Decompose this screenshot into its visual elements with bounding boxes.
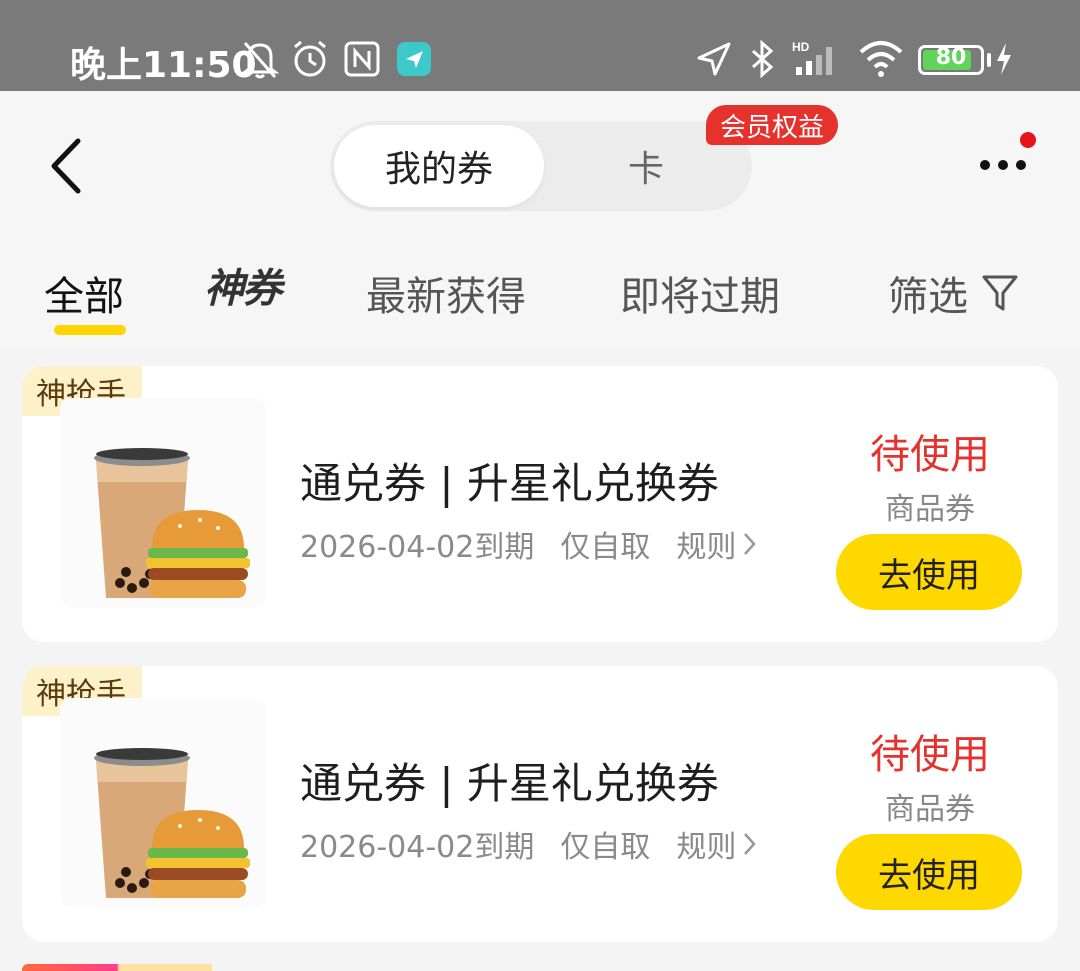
back-button[interactable] [38, 131, 98, 201]
tab-expiring[interactable]: 即将过期 [620, 265, 780, 321]
more-button[interactable] [975, 141, 1035, 191]
filter-tabs: 全部 神券 最新获得 即将过期 筛选 [0, 241, 1080, 349]
coupon-image [60, 398, 266, 608]
funnel-icon [982, 275, 1018, 311]
svg-text:HD: HD [792, 40, 810, 54]
battery-level: 80 [935, 45, 967, 70]
coupon-type: 商品券 [885, 492, 975, 527]
tab-shen-coupons[interactable]: 神券 [204, 257, 282, 313]
coupon-rules-link[interactable]: 规则 [676, 822, 736, 866]
coupon-card[interactable]: 神抢手 通兑券 | 升星礼兑换券 2026-04-02到期 仅自取 规则 待使用… [22, 366, 1058, 642]
tab-my-coupons[interactable]: 我的券 [334, 125, 544, 207]
next-card-peek [22, 964, 212, 971]
tab-all[interactable]: 全部 [44, 265, 124, 321]
bluetooth-icon [744, 38, 780, 80]
notification-dot [1020, 132, 1036, 148]
coupon-meta: 2026-04-02到期 仅自取 规则 [300, 822, 758, 866]
location-icon [694, 38, 734, 80]
coupon-expiry: 2026-04-02到期 [300, 830, 535, 865]
wifi-icon [856, 38, 906, 80]
coupon-pickup: 仅自取 [560, 830, 651, 865]
coupon-title: 通兑券 | 升星礼兑换券 [300, 459, 719, 508]
use-coupon-button[interactable]: 去使用 [836, 834, 1022, 910]
coupon-title: 通兑券 | 升星礼兑换券 [300, 759, 719, 808]
chevron-left-icon [51, 138, 81, 194]
chevron-right-icon [744, 533, 757, 555]
coupon-image [60, 698, 266, 908]
segmented-control: 我的券 卡 [330, 121, 752, 211]
bell-off-icon [240, 38, 280, 80]
nfc-icon [342, 38, 382, 80]
battery-tip [987, 53, 991, 67]
top-navigation: 我的券 卡 会员权益 [0, 91, 1080, 241]
signal-hd-icon: HD [792, 38, 842, 80]
status-time: 晚上11:50 [70, 45, 257, 86]
alarm-icon [290, 38, 330, 80]
tab-newest[interactable]: 最新获得 [366, 265, 526, 321]
coupon-pickup: 仅自取 [560, 530, 651, 565]
milk-tea-burger-icon [94, 448, 250, 598]
status-bar: 晚上11:50 HD 80 [0, 0, 1080, 91]
battery-icon: 80 [918, 45, 984, 75]
chevron-right-icon [744, 833, 757, 855]
member-benefits-badge[interactable]: 会员权益 [706, 105, 839, 145]
coupon-status: 待使用 [870, 432, 990, 478]
coupon-type: 商品券 [885, 792, 975, 827]
coupon-expiry: 2026-04-02到期 [300, 530, 535, 565]
coupon-status: 待使用 [870, 732, 990, 778]
filter-button[interactable]: 筛选 [888, 265, 1020, 321]
filter-label: 筛选 [888, 274, 968, 320]
charging-icon [994, 38, 1014, 80]
app-notification-icon [396, 38, 432, 80]
coupon-rules-link[interactable]: 规则 [676, 522, 736, 566]
coupon-card[interactable]: 神抢手 通兑券 | 升星礼兑换券 2026-04-02到期 仅自取 规则 待使用… [22, 666, 1058, 942]
active-tab-indicator [54, 325, 126, 335]
more-dots-icon [980, 160, 1026, 170]
coupon-meta: 2026-04-02到期 仅自取 规则 [300, 522, 758, 566]
milk-tea-burger-icon [94, 748, 250, 898]
use-coupon-button[interactable]: 去使用 [836, 534, 1022, 610]
